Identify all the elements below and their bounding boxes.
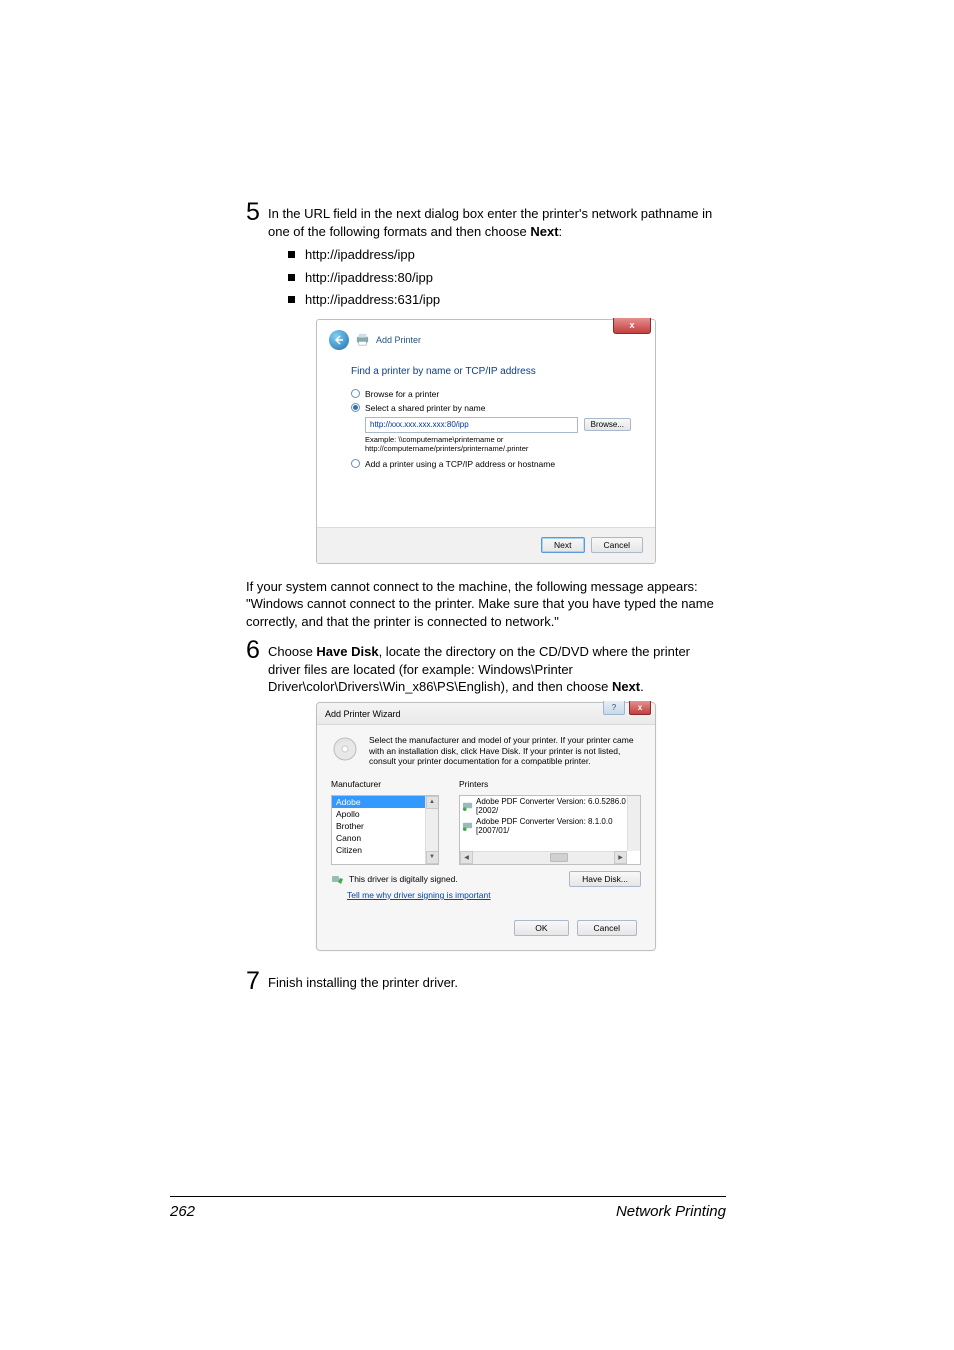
radio-icon — [351, 403, 360, 412]
list-item[interactable]: Adobe — [332, 796, 438, 808]
printer-icon — [355, 332, 370, 347]
list-item[interactable]: Apollo — [332, 808, 438, 820]
printers-list[interactable]: Adobe PDF Converter Version: 6.0.5286.0 … — [459, 795, 641, 865]
back-button[interactable] — [329, 330, 349, 350]
radio-tcpip[interactable]: Add a printer using a TCP/IP address or … — [351, 459, 631, 469]
list-item[interactable]: Citizen — [332, 844, 438, 856]
next-button[interactable]: Next — [541, 537, 584, 553]
list-item[interactable]: Adobe PDF Converter Version: 8.1.0.0 [20… — [460, 816, 640, 836]
list-item: http://ipaddress/ipp — [288, 246, 726, 264]
scroll-left-icon[interactable]: ◀ — [460, 851, 473, 864]
breadcrumb: Add Printer — [376, 335, 421, 345]
arrow-left-icon — [334, 335, 344, 345]
url-input[interactable]: http://xxx.xxx.xxx.xxx:80/ipp — [365, 417, 578, 433]
signing-info-link[interactable]: Tell me why driver signing is important — [347, 890, 491, 900]
scroll-right-icon[interactable]: ▶ — [614, 851, 627, 864]
step-5: 5 In the URL field in the next dialog bo… — [246, 200, 726, 240]
cancel-button[interactable]: Cancel — [591, 537, 643, 553]
disk-icon — [331, 735, 359, 763]
section-title: Network Printing — [616, 1203, 726, 1220]
step-5-text: In the URL field in the next dialog box … — [268, 200, 726, 240]
dialog-titlebar: Add Printer — [317, 320, 655, 354]
scroll-down-icon[interactable]: ▼ — [426, 851, 439, 864]
step-6-text: Choose Have Disk, locate the directory o… — [268, 638, 726, 696]
dialog-titlebar: Add Printer Wizard ? x — [317, 703, 655, 725]
signed-row: This driver is digitally signed. Have Di… — [317, 869, 655, 885]
help-button[interactable]: ? — [603, 701, 625, 715]
radio-shared-name[interactable]: Select a shared printer by name — [351, 403, 631, 413]
url-format-list: http://ipaddress/ipp http://ipaddress:80… — [288, 246, 726, 309]
radio-icon — [351, 389, 360, 398]
list-item[interactable]: Brother — [332, 820, 438, 832]
dialog-description: Select the manufacturer and model of you… — [369, 735, 641, 767]
list-item: http://ipaddress:631/ipp — [288, 291, 726, 309]
list-item[interactable]: Canon — [332, 832, 438, 844]
column-header: Manufacturer — [331, 779, 381, 789]
step-6: 6 Choose Have Disk, locate the directory… — [246, 638, 726, 696]
close-icon: x — [629, 320, 634, 330]
radio-browse[interactable]: Browse for a printer — [351, 389, 631, 399]
scroll-up-icon[interactable]: ▲ — [426, 796, 439, 809]
close-button[interactable]: x — [629, 701, 651, 715]
page-number: 262 — [170, 1203, 195, 1220]
scrollbar[interactable]: ◀ ▶ — [460, 851, 627, 864]
list-item: http://ipaddress:80/ipp — [288, 269, 726, 287]
list-item[interactable]: Adobe PDF Converter Version: 6.0.5286.0 … — [460, 796, 640, 816]
step-number: 6 — [246, 638, 264, 663]
cancel-button[interactable]: Cancel — [577, 920, 637, 936]
ok-button[interactable]: OK — [514, 920, 568, 936]
cannot-connect-text: If your system cannot connect to the mac… — [246, 578, 726, 631]
step-number: 5 — [246, 200, 264, 225]
step-7-text: Finish installing the printer driver. — [268, 969, 726, 992]
scroll-thumb[interactable] — [550, 853, 568, 862]
close-button[interactable]: x — [613, 318, 651, 334]
manufacturer-list[interactable]: Adobe Apollo Brother Canon Citizen ▲ ▼ — [331, 795, 439, 865]
printer-cert-icon — [462, 820, 473, 831]
radio-icon — [351, 459, 360, 468]
have-disk-button[interactable]: Have Disk... — [569, 871, 641, 887]
scrollbar-corner — [627, 796, 640, 851]
shield-icon — [331, 873, 343, 885]
add-printer-wizard-dialog: Add Printer Wizard ? x Select the manufa… — [316, 702, 656, 951]
browse-button[interactable]: Browse... — [584, 418, 631, 431]
column-header: Printers — [459, 779, 488, 789]
add-printer-dialog: x Add Printer Find a printer by name or … — [316, 319, 656, 564]
scrollbar[interactable]: ▲ ▼ — [425, 796, 438, 864]
dialog-title: Add Printer Wizard — [325, 709, 401, 719]
example-text: Example: \\computername\printername or h… — [365, 435, 631, 453]
step-7: 7 Finish installing the printer driver. — [246, 969, 726, 994]
page-footer: 262 Network Printing — [170, 1196, 726, 1220]
dialog-heading: Find a printer by name or TCP/IP address — [351, 366, 631, 377]
printer-cert-icon — [462, 800, 473, 811]
step-number: 7 — [246, 969, 264, 994]
